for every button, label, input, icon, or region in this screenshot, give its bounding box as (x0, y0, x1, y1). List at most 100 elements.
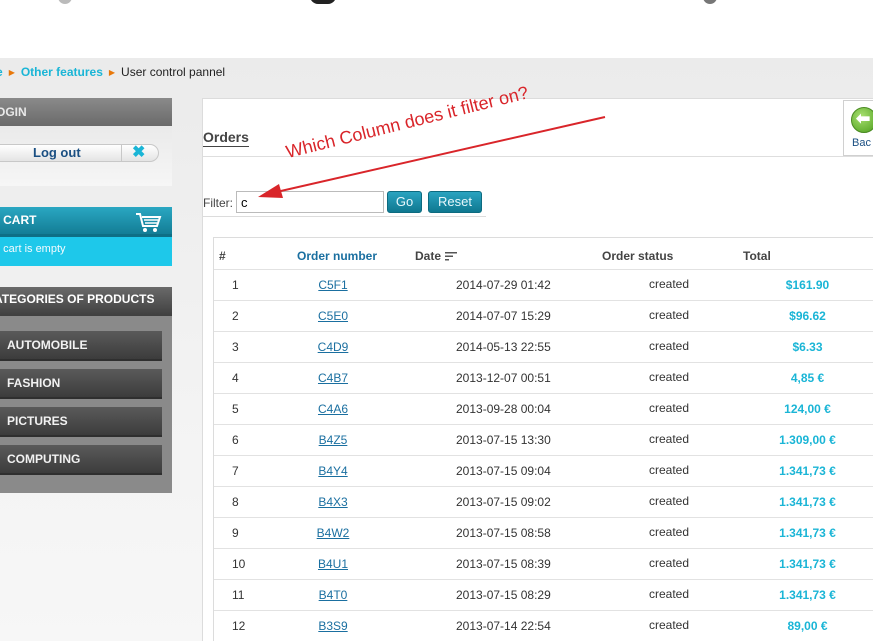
table-row: 2 C5E0 2014-07-07 15:29 created $96.62 (214, 299, 873, 331)
filter-input[interactable] (236, 191, 384, 213)
product-image-fragment (703, 0, 717, 4)
order-date-cell: 2013-07-15 09:04 (414, 454, 602, 486)
row-number: 3 (232, 339, 239, 354)
category-item-computing[interactable]: COMPUTING (0, 445, 162, 475)
login-title: OGIN (0, 105, 27, 119)
order-date: 2014-07-07 15:29 (456, 308, 551, 323)
order-number-link[interactable]: B4Y4 (318, 464, 347, 478)
logout-divider (121, 145, 122, 161)
row-number: 12 (232, 618, 246, 633)
order-total-cell: $161.90 (736, 268, 873, 300)
breadcrumb-home-link[interactable]: e (0, 65, 3, 79)
breadcrumb-other-features-link[interactable]: Other features (21, 65, 103, 79)
order-number-link[interactable]: B4U1 (318, 557, 348, 571)
order-status-cell: created (602, 516, 736, 548)
row-number: 1 (232, 277, 239, 292)
table-row: 5 C4A6 2013-09-28 00:04 created 124,00 € (214, 392, 873, 424)
order-number-link-cell: C4D9 (252, 330, 414, 362)
category-item-fashion[interactable]: FASHION (0, 369, 162, 399)
login-block-title: OGIN (0, 98, 172, 126)
product-image-fragment (58, 0, 72, 4)
order-date: 2013-07-15 08:39 (456, 556, 551, 571)
breadcrumb: e ▶ Other features ▶ User control pannel (0, 65, 225, 79)
order-date-cell: 2013-07-15 08:29 (414, 578, 602, 610)
table-row: 4 C4B7 2013-12-07 00:51 created 4,85 € (214, 361, 873, 393)
order-total-cell: 4,85 € (736, 361, 873, 393)
top-banner (0, 0, 873, 58)
back-label[interactable]: Bac (852, 137, 871, 149)
order-total: 89,00 € (787, 618, 828, 633)
reset-button[interactable]: Reset (428, 191, 482, 213)
order-number-link[interactable]: C4A6 (318, 402, 348, 416)
category-item-pictures[interactable]: PICTURES (0, 407, 162, 437)
order-status: created (648, 369, 690, 384)
order-date: 2013-07-15 09:02 (456, 494, 551, 509)
row-number-cell: 6 (214, 423, 252, 455)
order-total: 1.341,73 € (779, 556, 836, 571)
header-number: # (219, 248, 226, 263)
order-status-cell: created (602, 454, 736, 486)
order-total-cell: 1.341,73 € (736, 454, 873, 486)
order-date: 2013-07-14 22:54 (456, 618, 551, 633)
filter-label: Filter: (203, 196, 233, 210)
order-number-link[interactable]: B4X3 (318, 495, 347, 509)
order-total: 1.341,73 € (779, 494, 836, 509)
order-status: created (648, 493, 690, 508)
row-number: 5 (232, 401, 239, 416)
product-image-fragment (310, 0, 336, 4)
order-number-link-cell: B3S9 (252, 609, 414, 641)
order-total: $6.33 (792, 339, 823, 354)
order-date-cell: 2013-07-15 13:30 (414, 423, 602, 455)
category-item-automobile[interactable]: AUTOMOBILE (0, 331, 162, 361)
order-total-cell: 1.341,73 € (736, 516, 873, 548)
order-number-link[interactable]: C5E0 (318, 309, 348, 323)
table-row: 12 B3S9 2013-07-14 22:54 created 89,00 € (214, 609, 873, 641)
cart-empty-text: e cart is empty (0, 243, 66, 255)
order-total-cell: 1.341,73 € (736, 578, 873, 610)
logout-label[interactable]: Log out (33, 145, 81, 160)
order-total: 1.341,73 € (779, 463, 836, 478)
cart-block: e cart is empty (0, 237, 172, 266)
order-number-link[interactable]: C4D9 (318, 340, 349, 354)
table-row: 9 B4W2 2013-07-15 08:58 created 1.341,73 € (214, 516, 873, 548)
order-total-cell: 89,00 € (736, 609, 873, 641)
order-number-link[interactable]: B4Z5 (319, 433, 348, 447)
filter-divider (203, 216, 486, 217)
table-row: 11 B4T0 2013-07-15 08:29 created 1.341,73 € (214, 578, 873, 610)
order-date: 2014-05-13 22:55 (456, 339, 551, 354)
order-status: created (648, 276, 690, 291)
row-number: 4 (232, 370, 239, 385)
table-row: 6 B4Z5 2013-07-15 13:30 created 1.309,00 € (214, 423, 873, 455)
order-total-cell: $96.62 (736, 299, 873, 331)
order-number-link-cell: B4W2 (252, 516, 414, 548)
shopping-cart-icon[interactable] (134, 210, 162, 234)
sort-icon[interactable] (445, 251, 458, 261)
row-number-cell: 12 (214, 609, 252, 641)
order-status: created (648, 617, 690, 632)
go-button[interactable]: Go (387, 191, 422, 213)
table-row: 10 B4U1 2013-07-15 08:39 created 1.341,73 € (214, 547, 873, 579)
categories-block-title: ATEGORIES OF PRODUCTS (0, 287, 172, 316)
order-date-cell: 2013-07-15 08:58 (414, 516, 602, 548)
order-number-link[interactable]: B4T0 (319, 588, 348, 602)
header-date[interactable]: Date (414, 238, 602, 269)
order-number-link[interactable]: C5F1 (318, 278, 347, 292)
order-status: created (648, 338, 690, 353)
order-total: 1.309,00 € (779, 432, 836, 447)
order-date: 2013-09-28 00:04 (456, 401, 551, 416)
order-total-cell: 1.341,73 € (736, 485, 873, 517)
order-total: $161.90 (785, 277, 830, 292)
table-header-row: # Order number Date Order status Total (214, 238, 873, 269)
row-number-cell: 2 (214, 299, 252, 331)
arrow-left-icon[interactable]: ⬅ (856, 108, 870, 130)
order-number-link[interactable]: B3S9 (318, 619, 347, 633)
order-total: $96.62 (789, 308, 826, 323)
order-status-cell: created (602, 268, 736, 300)
order-status-cell: created (602, 392, 736, 424)
page-title: Orders (203, 129, 249, 147)
order-number-link[interactable]: B4W2 (317, 526, 350, 540)
order-number-link[interactable]: C4B7 (318, 371, 348, 385)
close-icon[interactable]: ✖ (132, 144, 145, 162)
order-status-cell: created (602, 485, 736, 517)
header-order-number[interactable]: Order number (252, 238, 414, 269)
